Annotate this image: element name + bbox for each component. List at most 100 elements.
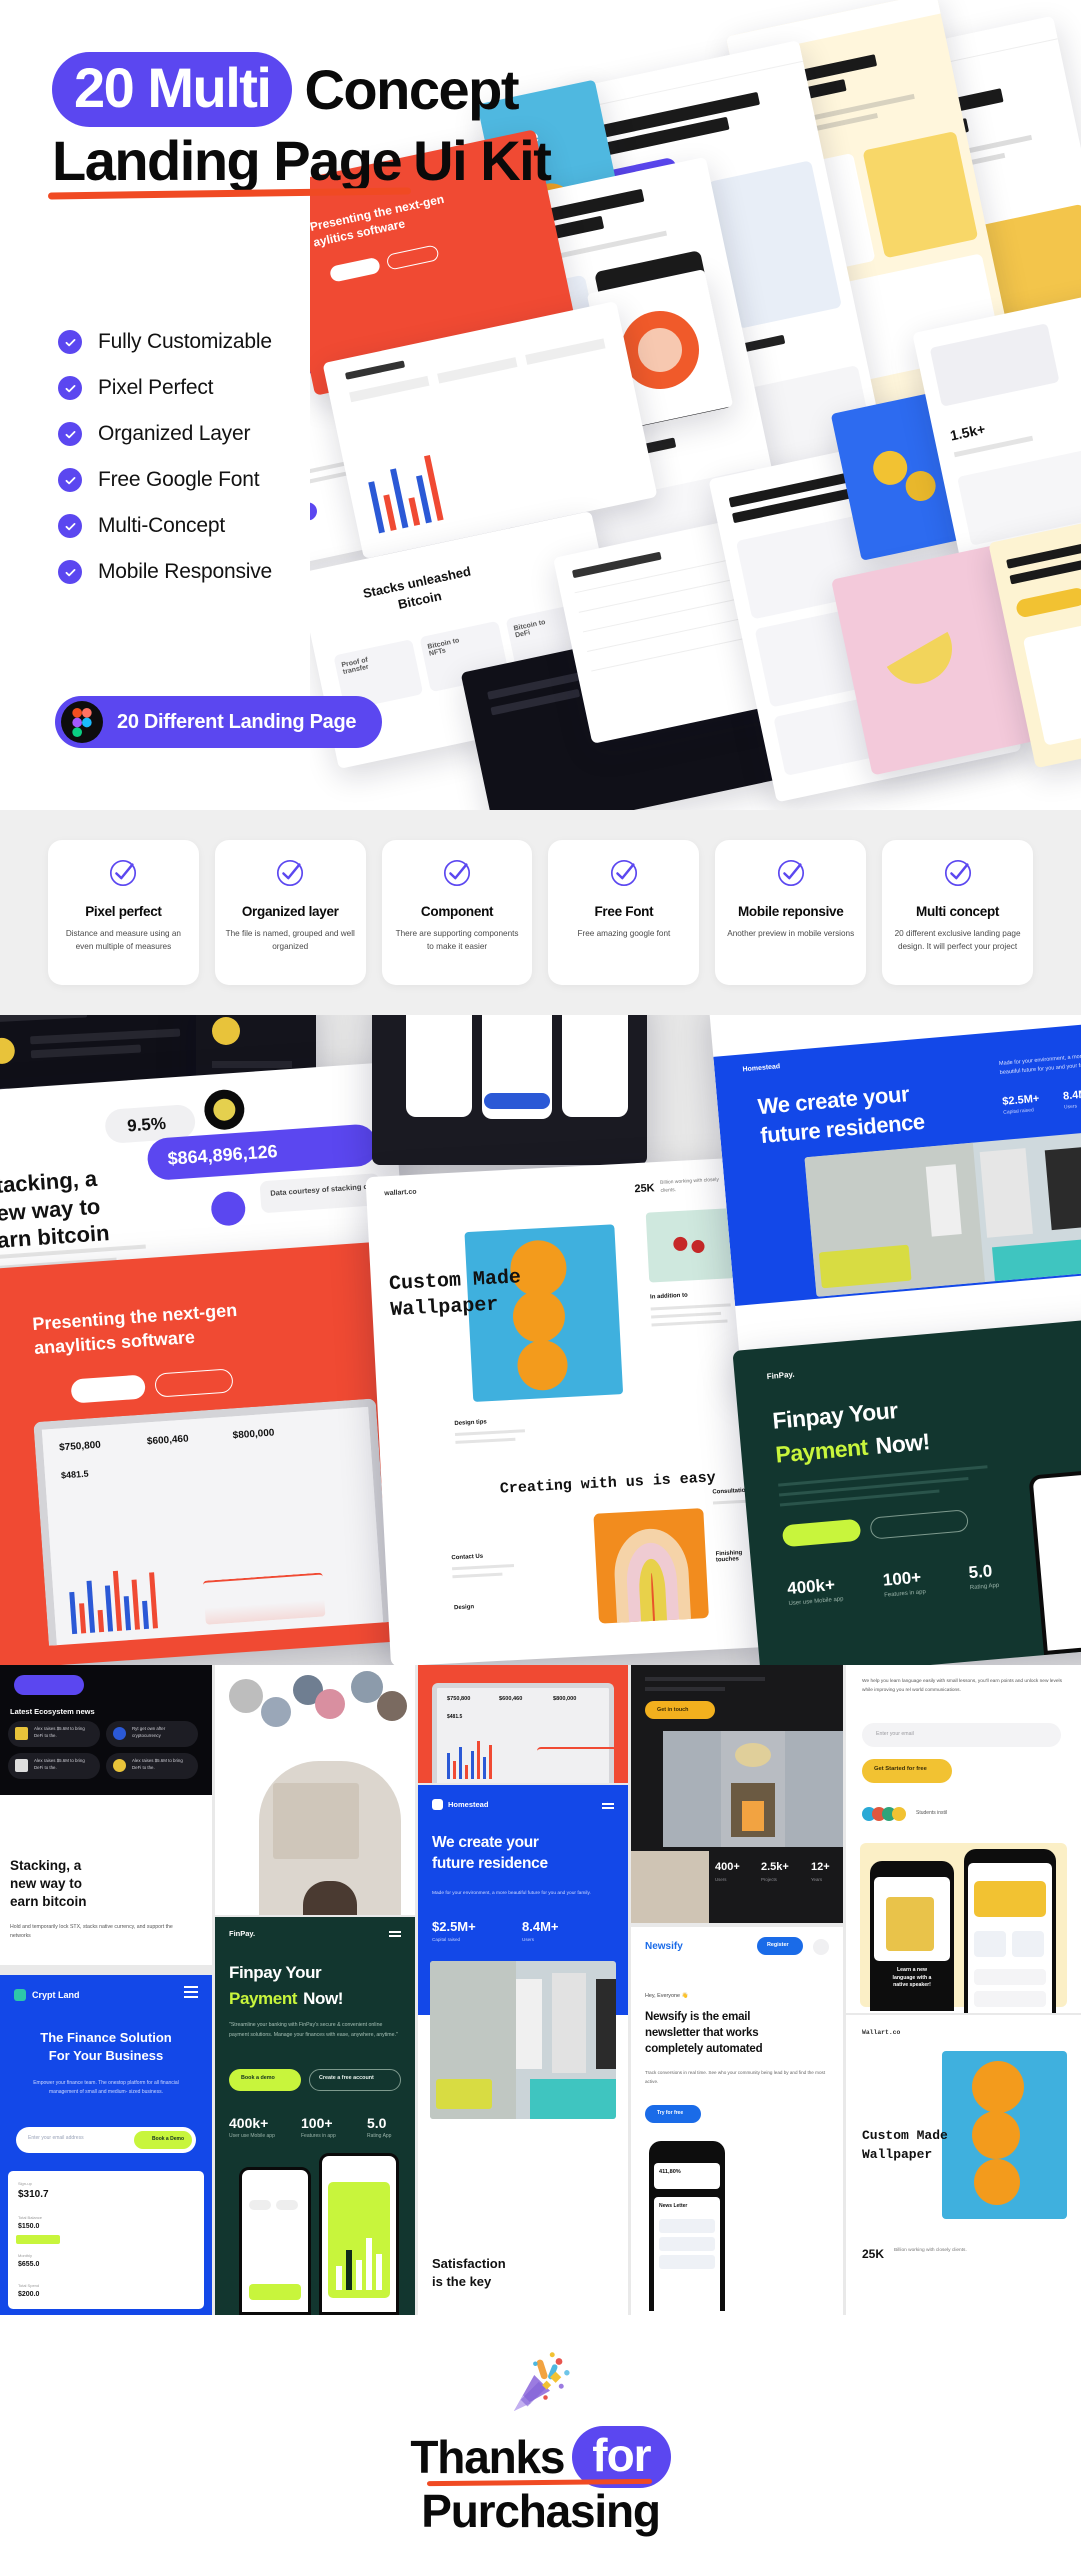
feature-card[interactable]: Free Font Free amazing google font [548,840,700,985]
interior-stat-3-label: Years [811,1877,823,1882]
check-circle-icon [277,859,304,887]
feature-card[interactable]: Mobile reponsive Another preview in mobi… [715,840,867,985]
feature-card-desc: Distance and measure using an even multi… [65,929,181,951]
check-icon [58,330,82,354]
mobile-homestead-desc: Made for your environment, a more beauti… [432,1891,591,1896]
cryptland-email-input[interactable]: Enter your email address [28,2135,84,2141]
feature-item: Organized Layer [58,422,272,446]
stacking-heading: Stacking, a new way to earn bitcoin [0,1165,111,1254]
finpay-stat-2: 100+ [882,1567,922,1590]
ecosystem-item-2: Ryt get own after cryptocurrency [132,1726,166,1738]
feature-label: Pixel Perfect [98,376,214,399]
feature-item: Mobile Responsive [58,560,272,584]
mobile-card-homestead: Homestead We create your future residenc… [418,1785,628,2315]
feature-label: Mobile Responsive [98,560,273,583]
interior-stat-3: 12+ [811,1861,830,1873]
feature-label: Fully Customizable [98,330,272,353]
wallart-section-a: Design tips [454,1419,487,1427]
feature-card-desc: Free amazing google font [577,929,671,938]
feature-card[interactable]: Component There are supporting component… [381,840,533,985]
hero-section: Made per Unleash Bitcoin full potential [0,0,1081,810]
stacking-percent: 9.5% [126,1113,167,1136]
feature-card-title: Organized layer [241,904,339,919]
mobile-finpay-heading-b: Payment [229,1989,298,2008]
wallart-stat: 25K [634,1182,655,1196]
mobile-homestead-heading: We create your future residence [432,1834,548,1872]
interior-stat-1: 400+ [715,1861,740,1873]
figma-cta-button[interactable]: 20 Different Landing Page [55,696,383,748]
feature-card-desc: There are supporting components to make … [395,929,519,951]
wallart-section-b: In addition to [649,1292,688,1301]
hamburger-icon[interactable] [389,1931,401,1933]
feature-card-title: Multi concept [916,904,1000,919]
cryptland-logo-icon [14,1989,26,2001]
feature-card-title: Component [420,904,494,919]
mobile-stacking-heading: Stacking, a new way to earn bitcoin [10,1858,87,1910]
title-line2-b: Ui Kit [413,129,552,193]
mobile-finpay-desc: "Streamline your banking with FinPay's s… [229,2022,398,2038]
finpay-heading-c: Now! [874,1428,931,1459]
newsify-register-label: Register [767,1942,789,1948]
mobile-card-wallart: Wallart.co Custom Made Wallpaper 25K Bil… [846,2015,1081,2315]
hamburger-icon[interactable] [184,1991,198,1993]
check-icon [58,376,82,400]
newsify-metric: 411,80% [659,2169,681,2175]
check-icon [58,514,82,538]
feature-card[interactable]: Multi concept 20 different exclusive lan… [882,840,1033,985]
hamburger-icon[interactable] [602,1803,614,1805]
mobile-finpay-stat-3-label: Rating App [367,2133,392,2139]
feature-label: Free Google Font [98,468,260,491]
cryptland-heading: The Finance Solution For Your Business [40,2030,172,2063]
homestead-logo-icon [432,1799,443,1810]
interior-stat-2-label: Projects [761,1877,777,1882]
mobile-finpay-stat-1: 400k+ [229,2115,269,2131]
mobile-card-newsify: Newsify Register Hey, Everyone 👋 Newsify… [631,1927,843,2315]
newsify-heading: Newsify is the email newsletter that wor… [645,2011,763,2056]
ecosystem-item-4: Alex raises $5.6M to bring DeFi to the. [132,1758,183,1770]
language-desc: We help you learn language easily with s… [862,1679,1063,1694]
analytics-sub: $481.5 [60,1468,89,1481]
mobile-finpay-heading-c: Now! [303,1989,344,2008]
feature-card-desc: 20 different exclusive landing page desi… [894,929,1021,951]
feature-card-desc: Another preview in mobile versions [727,929,855,938]
ecosystem-item-1: Alex raises $5.6M to bring DeFi to the. [34,1726,85,1738]
mobile-finpay-stat-3: 5.0 [367,2115,387,2131]
check-circle-icon [110,859,137,887]
mobile-homestead-stat-1-label: Capital raised [432,1937,461,1942]
wallart-brand: wallart.co [384,1188,417,1198]
page-title: 20 Multi Concept Landing Page Ui Kit [47,52,692,200]
mobile-finpay-stat-1-label: User use Mobile app [229,2133,275,2139]
figma-cta-label: 20 Different Landing Page [117,710,357,733]
feature-card-title: Pixel perfect [85,904,162,919]
feature-item: Free Google Font [58,468,272,492]
mobile-card-analytics: $750,800 $600,460 $800,000 $481.5 [418,1665,628,1783]
hamburger-icon[interactable] [813,1939,829,1955]
homestead-stat-2-label: Users [1063,1103,1078,1111]
feature-card[interactable]: Organized layer The file is named, group… [214,840,366,985]
party-popper-icon [513,2351,570,2411]
mobile-card-ecosystem: Latest Ecosystem news Alex raises $5.6M … [0,1665,212,1795]
finpay-brand: FinPay. [766,1369,795,1382]
language-phone-caption: Learn a new language with a native speak… [892,1967,932,1989]
mobile-finpay-brand: FinPay. [229,1929,256,1938]
check-icon [58,422,82,446]
mobile-stacking-desc: Hold and temporarily lock STX, stacks na… [10,1924,173,1940]
cryptland-demo-button[interactable]: Book a Demo [152,2136,184,2142]
language-start-label: Get Started for free [874,1766,927,1772]
ecosystem-item-3: Alex raises $5.6M to bring DeFi to the. [34,1758,85,1770]
check-icon [58,468,82,492]
wallart-subheading: Creating with us is easy [499,1469,717,1498]
analytics-stat-3: $800,000 [232,1427,275,1442]
mobile-finpay-stat-2-label: Features in app [301,2133,336,2139]
mobile-wallart-brand: Wallart.co [862,2029,901,2036]
mobile-homestead-stat-2-label: Users [522,1937,534,1942]
title-line2-a: Landing Page [52,129,403,193]
language-social-proof: Students instil [916,1810,948,1816]
mobile-homestead-brand: Homestead [448,1800,489,1809]
newsify-greeting: Hey, Everyone 👋 [645,1993,689,1999]
feature-card[interactable]: Pixel perfect Distance and measure using… [48,840,199,985]
feature-checklist: Fully Customizable Pixel Perfect Organiz… [58,330,272,606]
newsify-desc: Track conversions in real time. See who … [645,2070,826,2084]
feature-item: Multi-Concept [58,514,272,538]
newsify-try-free-label: Try for free [657,2110,684,2116]
